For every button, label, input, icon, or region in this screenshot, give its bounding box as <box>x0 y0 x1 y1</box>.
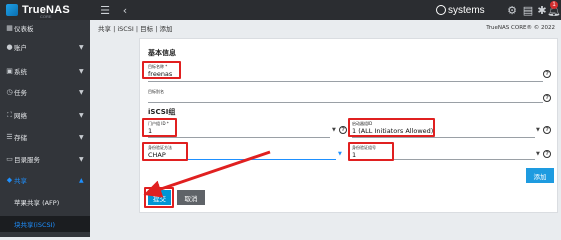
expand-arrow-icon: ▼ <box>79 133 84 141</box>
portal-group-underline <box>148 137 330 138</box>
sidebar-item-label: 系统 <box>14 68 27 76</box>
iscsi-group-title: iSCSI组 <box>148 108 176 116</box>
tasks-icon: ◷ <box>6 87 13 96</box>
target-alias-label: 目标别名 <box>148 89 164 94</box>
sidebar-item-label: 账户 <box>14 44 27 52</box>
dashboard-icon: ▦ <box>6 23 13 32</box>
highlight-box <box>142 61 181 79</box>
help-icon[interactable]: ? <box>543 126 551 134</box>
sidebar-item-iscsi[interactable]: 块共享(iSCSI) <box>0 216 90 232</box>
basic-info-title: 基本信息 <box>148 49 176 57</box>
sidebar: ▦ 仪表板 ● 账户 ▼ ▣ 系统 ▼ ◷ 任务 ▼ ⛶ 网络 ▼ ☰ 存储 ▼… <box>0 20 90 237</box>
chevron-down-icon[interactable]: ▼ <box>332 127 336 133</box>
sidebar-item-accounts[interactable]: ● 账户 ▼ <box>0 39 90 55</box>
truenas-logo[interactable]: TrueNAS CORE <box>0 0 90 20</box>
sidebar-item-label: 苹果共享 (AFP) <box>14 199 60 207</box>
breadcrumb-bar: 共享 | iSCSI | 目标 | 添加 TrueNAS CORE® © 202… <box>90 20 561 35</box>
notification-badge: 1 <box>550 1 558 9</box>
highlight-box <box>142 142 188 161</box>
top-bar: TrueNAS CORE ☰ ‹ systems ⚙ ▤ ✱ 🔔︎ 1 <box>0 0 561 20</box>
sidebar-item-label: 仪表板 <box>14 25 34 33</box>
account-icon: ● <box>6 42 13 51</box>
directory-icon: ▭ <box>6 154 13 163</box>
expand-arrow-icon: ▼ <box>79 88 84 96</box>
help-icon[interactable]: ? <box>543 70 551 78</box>
sidebar-item-network[interactable]: ⛶ 网络 ▼ <box>0 107 90 123</box>
sidebar-item-label: 存储 <box>14 134 27 142</box>
target-alias-underline <box>148 102 543 103</box>
copyright-text: TrueNAS CORE® © 2022 <box>486 24 555 31</box>
initiator-group-underline <box>352 137 535 138</box>
sidebar-item-system[interactable]: ▣ 系统 ▼ <box>0 63 90 79</box>
storage-icon: ☰ <box>6 132 13 141</box>
menu-icon[interactable]: ☰ <box>98 3 112 17</box>
chevron-down-icon[interactable]: ▼ <box>536 127 540 133</box>
network-icon: ⛶ <box>7 110 12 119</box>
highlight-box <box>144 187 174 208</box>
ix-logo-mark-icon <box>436 5 446 15</box>
share-icon: ◆ <box>6 175 13 184</box>
system-icon: ▣ <box>6 66 13 75</box>
expand-arrow-icon: ▼ <box>79 155 84 163</box>
sidebar-item-dashboard[interactable]: ▦ 仪表板 <box>0 20 90 36</box>
highlight-box <box>348 118 435 137</box>
help-icon[interactable]: ? <box>543 150 551 158</box>
ix-logo-text: systems <box>448 4 485 16</box>
add-button[interactable]: 添加 <box>526 168 554 183</box>
chevron-down-icon[interactable]: ▼ <box>536 151 540 157</box>
expand-arrow-icon: ▼ <box>79 43 84 51</box>
sidebar-item-afp[interactable]: 苹果共享 (AFP) <box>0 194 90 210</box>
target-name-underline <box>148 81 543 82</box>
target-form-card: 基本信息 目标名称 * freenas ? 目标别名 ? iSCSI组 门户组 … <box>139 38 558 213</box>
collapse-arrow-icon: ▲ <box>79 176 84 184</box>
expand-arrow-icon: ▼ <box>79 67 84 75</box>
expand-arrow-icon: ▼ <box>79 111 84 119</box>
highlight-box <box>348 142 394 161</box>
breadcrumb: 共享 | iSCSI | 目标 | 添加 <box>98 24 173 33</box>
chevron-down-icon[interactable]: ▼ <box>338 151 342 157</box>
sidebar-item-sharing[interactable]: ◆ 共享 ▲ <box>0 172 90 188</box>
sidebar-item-directory-services[interactable]: ▭ 目录服务 ▼ <box>0 151 90 167</box>
sidebar-item-storage[interactable]: ☰ 存储 ▼ <box>0 129 90 145</box>
sidebar-item-label: 目录服务 <box>14 156 40 164</box>
clipboard-icon[interactable]: ▤ <box>521 3 535 17</box>
ix-systems-logo[interactable]: systems <box>436 3 485 17</box>
sidebar-item-label: 任务 <box>14 89 27 97</box>
highlight-box <box>142 118 177 137</box>
brand-sub: CORE <box>40 14 52 19</box>
help-icon[interactable]: ? <box>543 94 551 102</box>
sidebar-item-label: 网络 <box>14 112 27 120</box>
back-chevron-icon[interactable]: ‹ <box>118 3 132 17</box>
sidebar-item-tasks[interactable]: ◷ 任务 ▼ <box>0 84 90 100</box>
help-icon[interactable]: ? <box>339 126 347 134</box>
truenas-logo-mark-icon <box>6 4 18 16</box>
cancel-button[interactable]: 取消 <box>177 190 205 205</box>
sidebar-item-label: 共享 <box>14 177 27 185</box>
sidebar-item-label: 块共享(iSCSI) <box>14 221 56 229</box>
system-settings-icon[interactable]: ⚙ <box>505 3 519 17</box>
